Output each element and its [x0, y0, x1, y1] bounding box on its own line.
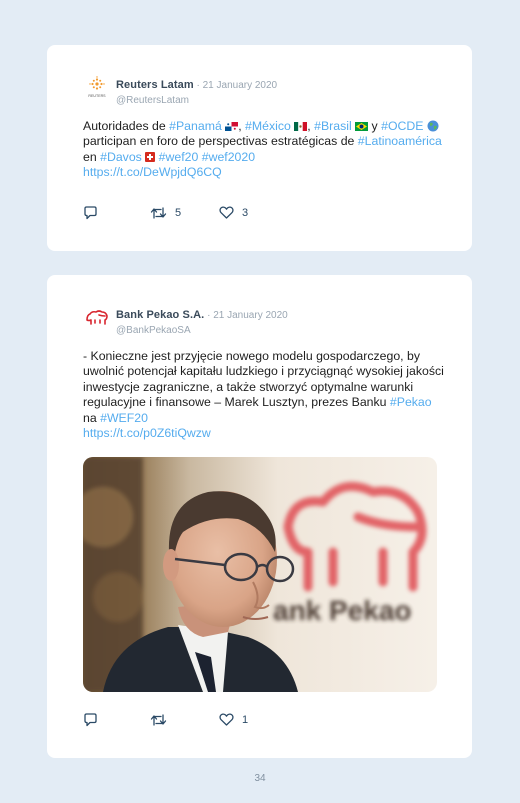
hashtag[interactable]: #Panamá — [169, 119, 222, 133]
like-button[interactable]: 1 — [219, 713, 248, 726]
author-handle[interactable]: @ReutersLatam — [116, 95, 277, 106]
tweet-card[interactable]: Bank Pekao S.A. · 21 January 2020 @BankP… — [47, 275, 472, 758]
tweet-actions: 5 3 — [83, 206, 413, 222]
tweet-link[interactable]: https://t.co/p0Z6tiQwzw — [83, 426, 211, 440]
hashtag[interactable]: #wef20 — [159, 150, 199, 164]
tweet-photo[interactable]: ank Pekao — [83, 457, 437, 692]
heart-icon — [219, 206, 234, 219]
author-line: Bank Pekao S.A. · 21 January 2020 — [116, 305, 288, 323]
hashtag[interactable]: #WEF20 — [100, 411, 148, 425]
hashtag[interactable]: #Brasil — [314, 119, 352, 133]
reply-button[interactable] — [83, 206, 98, 220]
brazil-flag-icon — [355, 120, 369, 131]
mexico-flag-icon — [294, 120, 308, 131]
hashtag[interactable]: #Pekao — [390, 395, 432, 409]
reuters-wordmark: REUTERS — [88, 94, 106, 98]
hashtag[interactable]: #Davos — [100, 150, 142, 164]
page-number: 34 — [254, 773, 266, 784]
tweet-actions: 1 — [83, 713, 413, 729]
retweet-icon — [150, 207, 167, 219]
like-count: 1 — [242, 713, 249, 726]
panama-flag-icon — [225, 120, 239, 131]
globe-icon — [427, 120, 439, 132]
reuters-logo-avatar[interactable]: REUTERS — [85, 75, 109, 99]
retweet-count: 5 — [175, 207, 182, 219]
tweet-date[interactable]: · 21 January 2020 — [194, 80, 277, 91]
hashtag[interactable]: #México — [245, 119, 291, 133]
reply-icon — [84, 206, 97, 220]
bank-pekao-logo-avatar[interactable] — [85, 306, 109, 330]
switzerland-flag-icon — [145, 151, 156, 162]
retweet-icon — [150, 714, 167, 726]
like-count: 3 — [242, 206, 249, 219]
reply-button[interactable] — [83, 713, 98, 727]
photo-sign-text: ank Pekao — [273, 595, 412, 626]
retweet-button[interactable] — [150, 713, 175, 727]
like-button[interactable]: 3 — [219, 206, 248, 219]
tweet-card[interactable]: REUTERS Reuters Latam · 21 January 2020 … — [47, 45, 472, 251]
hashtag[interactable]: #Latinoamérica — [358, 134, 442, 148]
tweet-text: Autoridades de #Panamá , #México , #Bras… — [83, 119, 442, 180]
hashtag[interactable]: #wef2020 — [202, 150, 255, 164]
tweet-link[interactable]: https://t.co/DeWpjdQ6CQ — [83, 165, 222, 179]
tweet-date[interactable]: · 21 January 2020 — [204, 310, 288, 321]
reply-icon — [84, 713, 97, 727]
retweet-button[interactable]: 5 — [150, 206, 181, 220]
author-name[interactable]: Bank Pekao S.A. — [116, 309, 204, 321]
tweet-text: - Konieczne jest przyjęcie nowego modelu… — [83, 349, 444, 441]
hashtag[interactable]: #OCDE — [381, 119, 423, 133]
author-name[interactable]: Reuters Latam — [116, 79, 194, 91]
author-line: Reuters Latam · 21 January 2020 — [116, 75, 277, 93]
author-handle[interactable]: @BankPekaoSA — [116, 325, 288, 336]
heart-icon — [219, 713, 234, 726]
